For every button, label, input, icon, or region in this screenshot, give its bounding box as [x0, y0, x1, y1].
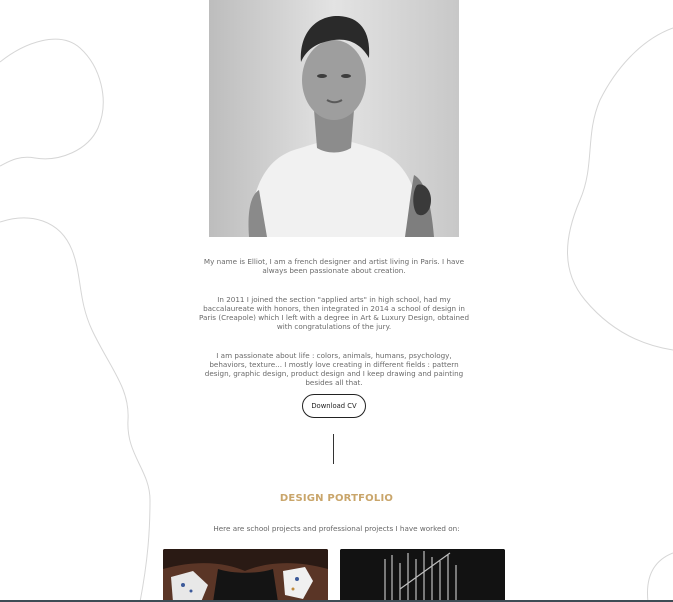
profile-photo	[209, 0, 459, 237]
portfolio-card-1[interactable]	[163, 549, 328, 602]
bio-paragraph-education: In 2011 I joined the section "applied ar…	[198, 295, 470, 331]
bio-paragraph-passions: I am passionate about life : colors, ani…	[204, 351, 464, 387]
section-divider	[333, 434, 334, 464]
download-cv-button[interactable]: Download CV	[302, 394, 366, 418]
portfolio-card-2[interactable]	[340, 549, 505, 602]
project-image-sculpture-icon	[340, 549, 505, 602]
portfolio-subtitle: Here are school projects and professiona…	[213, 524, 460, 533]
portfolio-title: DESIGN PORTFOLIO	[279, 493, 394, 504]
project-image-jewelry-icon	[163, 549, 328, 602]
portrait-photo-icon	[209, 0, 459, 237]
bio-paragraph-intro: My name is Elliot, I am a french designe…	[203, 257, 465, 275]
